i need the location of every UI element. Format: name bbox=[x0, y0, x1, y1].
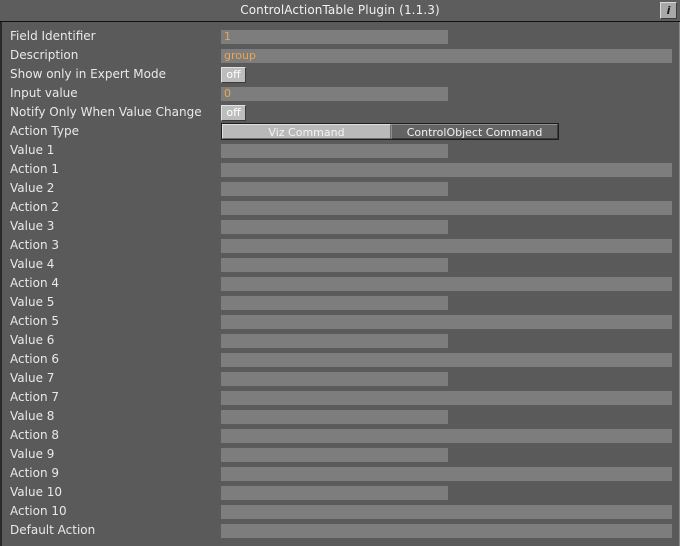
property-row: Value 2 bbox=[2, 179, 679, 198]
property-input[interactable] bbox=[221, 353, 672, 367]
property-row: Action 8 bbox=[2, 426, 679, 445]
property-row: Show only in Expert Mode off bbox=[2, 65, 679, 84]
property-row: Value 3 bbox=[2, 217, 679, 236]
property-label: Value 4 bbox=[10, 257, 55, 271]
property-label: Value 3 bbox=[10, 219, 55, 233]
property-input[interactable]: 1 bbox=[221, 30, 448, 44]
property-input[interactable]: 0 bbox=[221, 87, 448, 101]
property-input[interactable] bbox=[221, 410, 448, 424]
property-input[interactable] bbox=[221, 372, 448, 386]
property-label: Default Action bbox=[10, 523, 96, 537]
property-row: Field Identifier 1 bbox=[2, 27, 679, 46]
property-label: Action 2 bbox=[10, 200, 60, 214]
property-label: Action Type bbox=[10, 124, 79, 138]
property-input[interactable] bbox=[221, 448, 448, 462]
property-input[interactable] bbox=[221, 467, 672, 481]
property-input[interactable] bbox=[221, 429, 672, 443]
property-row: Value 4 bbox=[2, 255, 679, 274]
property-row: Action 4 bbox=[2, 274, 679, 293]
properties-panel: Field Identifier 1 Description group Show on… bbox=[0, 22, 680, 546]
property-label: Action 10 bbox=[10, 504, 67, 518]
property-label: Show only in Expert Mode bbox=[10, 67, 166, 81]
property-input[interactable] bbox=[221, 201, 672, 215]
property-row: Action Type Viz Command ControlObject Comm… bbox=[2, 122, 679, 141]
property-input[interactable] bbox=[221, 334, 448, 348]
property-row: Action 7 bbox=[2, 388, 679, 407]
property-label: Input value bbox=[10, 86, 78, 100]
property-label: Notify Only When Value Change bbox=[10, 105, 202, 119]
property-row: Description group bbox=[2, 46, 679, 65]
property-row: Action 2 bbox=[2, 198, 679, 217]
property-label: Action 8 bbox=[10, 428, 60, 442]
property-row: Value 7 bbox=[2, 369, 679, 388]
property-label: Value 7 bbox=[10, 371, 55, 385]
toggle-button[interactable]: off bbox=[221, 105, 246, 121]
property-label: Field Identifier bbox=[10, 29, 96, 43]
property-label: Action 3 bbox=[10, 238, 60, 252]
property-label: Value 8 bbox=[10, 409, 55, 423]
property-label: Action 1 bbox=[10, 162, 60, 176]
property-row: Action 5 bbox=[2, 312, 679, 331]
property-input[interactable] bbox=[221, 220, 448, 234]
property-input[interactable] bbox=[221, 277, 672, 291]
property-label: Action 5 bbox=[10, 314, 60, 328]
property-row: Value 9 bbox=[2, 445, 679, 464]
property-label: Action 6 bbox=[10, 352, 60, 366]
property-input[interactable] bbox=[221, 182, 448, 196]
property-input[interactable] bbox=[221, 486, 448, 500]
property-label: Value 1 bbox=[10, 143, 55, 157]
property-label: Value 2 bbox=[10, 181, 55, 195]
property-row: Action 3 bbox=[2, 236, 679, 255]
plugin-window: ControlActionTable Plugin (1.1.3) i Fiel… bbox=[0, 0, 680, 546]
property-row: Action 6 bbox=[2, 350, 679, 369]
property-label: Action 4 bbox=[10, 276, 60, 290]
title-bar: ControlActionTable Plugin (1.1.3) i bbox=[0, 0, 680, 22]
property-label: Action 7 bbox=[10, 390, 60, 404]
info-icon[interactable]: i bbox=[660, 2, 677, 19]
property-row: Value 1 bbox=[2, 141, 679, 160]
property-row: Action 1 bbox=[2, 160, 679, 179]
property-label: Value 10 bbox=[10, 485, 63, 499]
action-type-option[interactable]: ControlObject Command bbox=[391, 124, 558, 139]
property-row: Action 10 bbox=[2, 502, 679, 521]
action-type-segmented-control: Viz Command ControlObject Command bbox=[221, 123, 559, 140]
action-type-option[interactable]: Viz Command bbox=[222, 124, 391, 139]
property-input[interactable] bbox=[221, 239, 672, 253]
property-label: Action 9 bbox=[10, 466, 60, 480]
property-input[interactable] bbox=[221, 163, 672, 177]
property-label: Value 9 bbox=[10, 447, 55, 461]
property-input[interactable] bbox=[221, 505, 672, 519]
property-input[interactable] bbox=[221, 391, 672, 405]
property-label: Value 5 bbox=[10, 295, 55, 309]
property-row: Notify Only When Value Change off bbox=[2, 103, 679, 122]
property-label: Value 6 bbox=[10, 333, 55, 347]
property-row: Default Action bbox=[2, 521, 679, 540]
property-row: Value 8 bbox=[2, 407, 679, 426]
property-label: Description bbox=[10, 48, 79, 62]
property-row: Value 10 bbox=[2, 483, 679, 502]
property-input[interactable] bbox=[221, 524, 672, 538]
property-input[interactable] bbox=[221, 258, 448, 272]
property-input[interactable]: group bbox=[221, 49, 672, 63]
window-title: ControlActionTable Plugin (1.1.3) bbox=[240, 3, 440, 17]
property-rows: Field Identifier 1 Description group Show on… bbox=[2, 27, 679, 540]
property-row: Value 6 bbox=[2, 331, 679, 350]
property-input[interactable] bbox=[221, 144, 448, 158]
property-row: Input value 0 bbox=[2, 84, 679, 103]
property-input[interactable] bbox=[221, 315, 672, 329]
property-input[interactable] bbox=[221, 296, 448, 310]
property-row: Action 9 bbox=[2, 464, 679, 483]
property-row: Value 5 bbox=[2, 293, 679, 312]
toggle-button[interactable]: off bbox=[221, 67, 246, 83]
